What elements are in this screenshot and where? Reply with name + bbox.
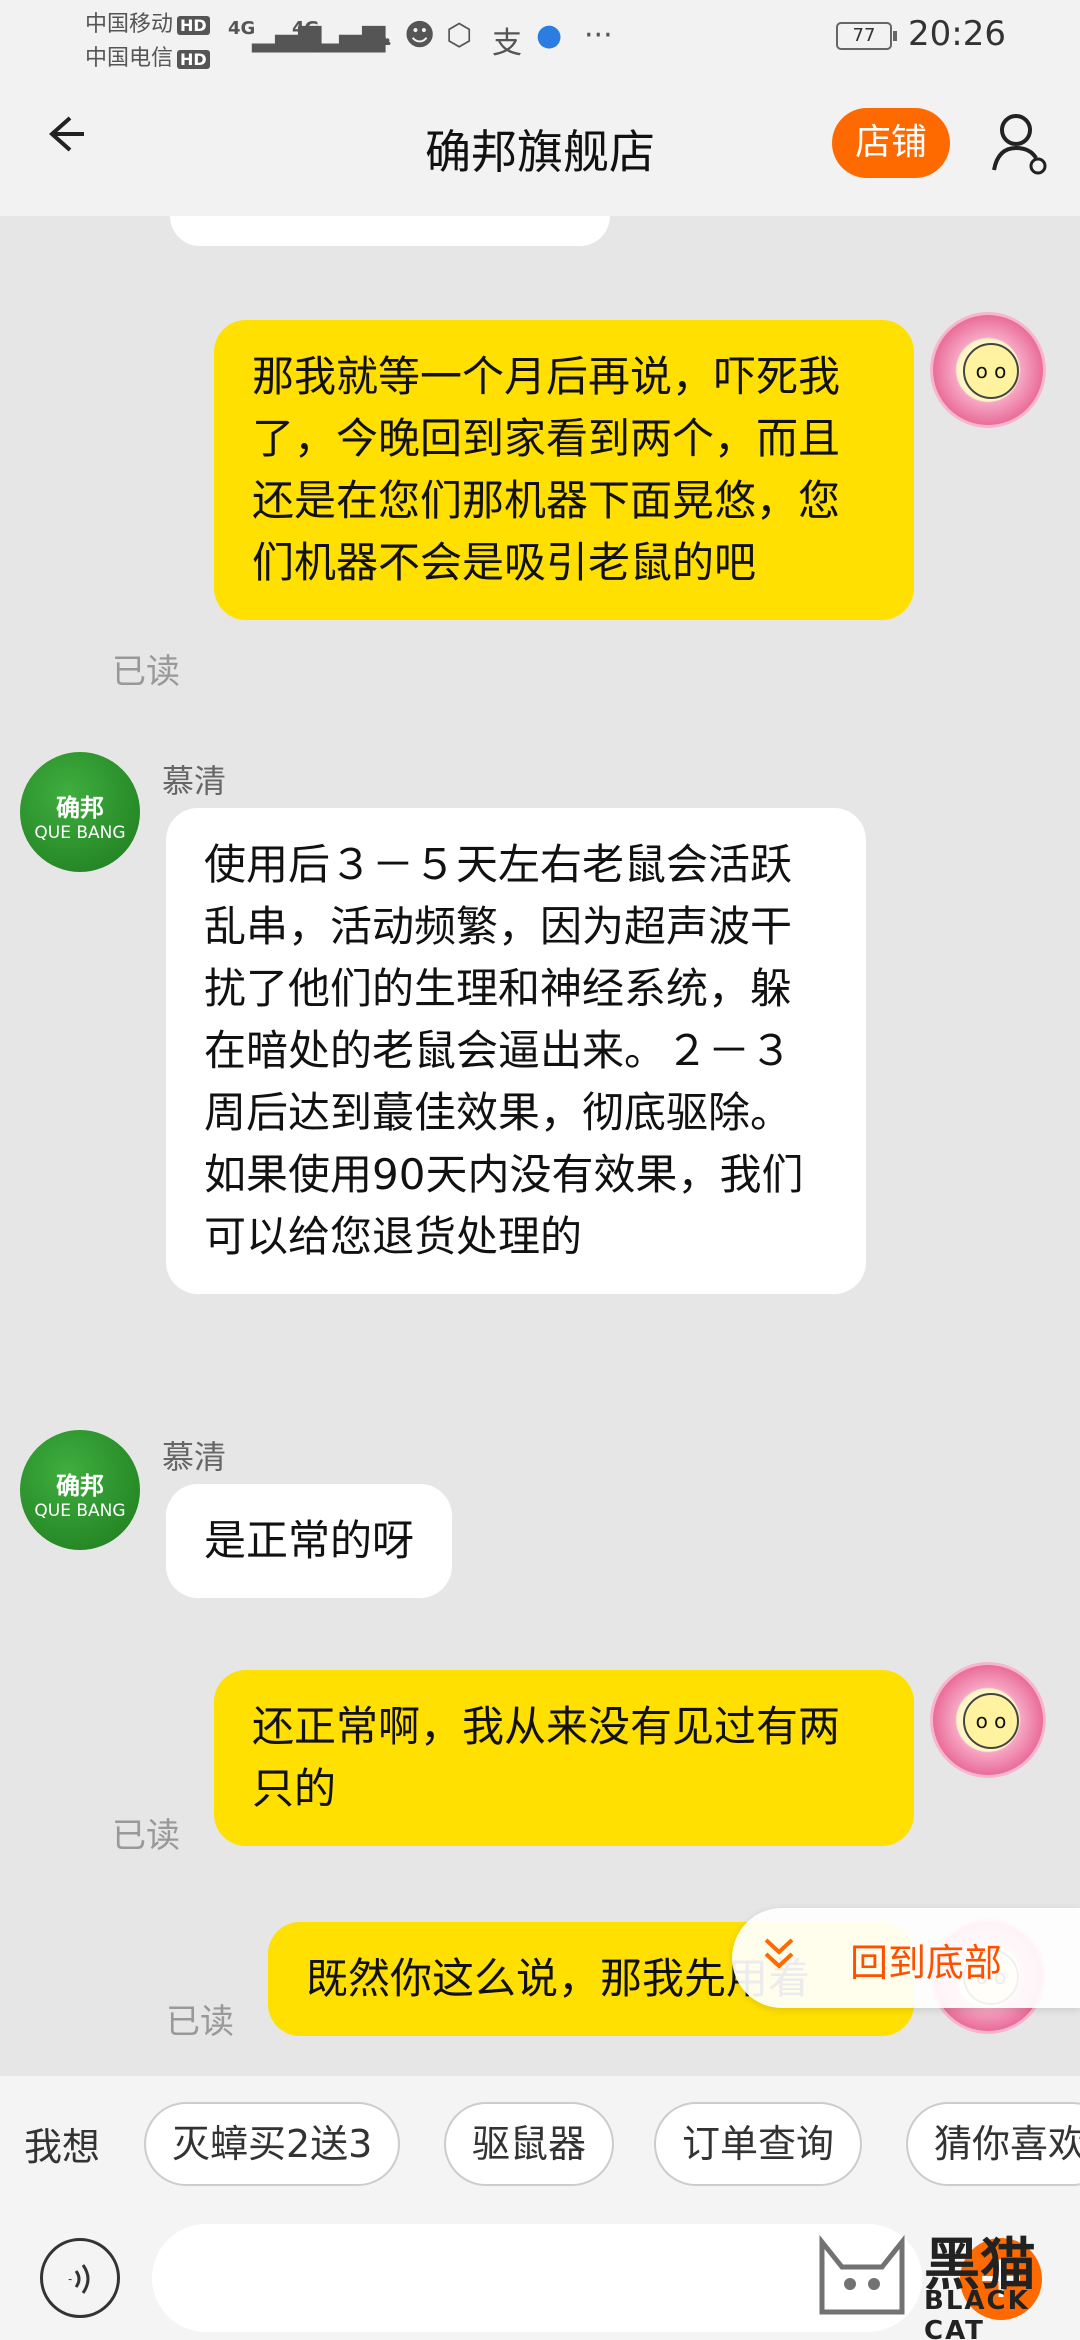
read-status: 已读 [112,1816,180,1856]
watermark-brand-en: BLACK CAT [924,2286,1030,2340]
my-message-bubble[interactable]: 那我就等一个月后再说，吓死我了，今晚回到家看到两个，而且还是在您们那机器下面晃悠… [214,320,914,620]
user-settings-icon[interactable] [990,108,1048,178]
status-bar: 中国移动 HD 中国电信 HD 4G ▂▄▆ 4G ▂▄▆ ☁ ☻ ⬡ 支 ● ··… [0,0,1080,72]
quick-reply-chip[interactable]: 灭蟑买2送3 [144,2102,401,2186]
my-message-bubble[interactable]: 还正常啊，我从来没有见过有两只的 [214,1670,914,1846]
quick-reply-chip[interactable]: 猜你喜欢 [906,2102,1080,2186]
quick-reply-label: 我想 [24,2125,101,2169]
agent-message-bubble[interactable]: 使用后３－５天左右老鼠会活跃乱串，活动频繁，因为超声波干扰了他们的生理和神经系统… [166,808,866,1294]
weather-icon: ☁ [362,18,392,53]
status-clock: 20:26 [908,14,1006,54]
scroll-to-bottom-button[interactable]: 回到底部 [732,1908,1080,2008]
carrier-2: 中国电信 HD [85,40,210,72]
hand-icon: ⬡ [446,18,473,53]
my-avatar[interactable]: o o [930,312,1046,428]
message-input[interactable] [152,2224,922,2332]
quick-reply-chip[interactable]: 订单查询 [654,2102,863,2186]
more-notifications-icon: ··· [584,18,613,53]
read-status: 已读 [166,2002,234,2042]
shop-avatar[interactable]: 确邦 QUE BANG [20,1430,140,1550]
quick-reply-bar: 我想 灭蟑买2送3 驱鼠器 订单查询 猜你喜欢 [0,2076,1080,2216]
scroll-to-bottom-label: 回到底部 [850,1941,1003,1985]
avatar-face-icon: o o [963,1693,1019,1749]
shop-avatar[interactable]: 确邦 QUE BANG [20,752,140,872]
alipay-icon: 支 [492,26,522,61]
chat-header: 确邦旗舰店 店铺 [0,70,1080,216]
avatar-face-icon: o o [963,343,1019,399]
watermark: 黑猫 BLACK CAT [812,2216,1080,2340]
voice-input-icon[interactable] [40,2238,120,2318]
my-avatar[interactable]: o o [930,1662,1046,1778]
agent-name: 慕清 [162,762,227,800]
battery-indicator: 77 [836,22,897,50]
quick-reply-chip[interactable]: 驱鼠器 [444,2102,615,2186]
double-chevron-down-icon [754,1930,804,1990]
agent-name: 慕清 [162,1438,227,1476]
browser-icon: ● [536,18,563,53]
wechat-icon: ☻ [404,18,436,53]
read-status: 已读 [112,652,180,692]
shop-button[interactable]: 店铺 [832,108,950,178]
cat-logo-icon [819,2234,905,2315]
agent-message-bubble[interactable]: 是正常的呀 [166,1484,453,1598]
previous-product-card[interactable] [170,216,610,246]
carrier-1: 中国移动 HD [85,6,210,38]
chat-area[interactable]: o o 那我就等一个月后再说，吓死我了，今晚回到家看到两个，而且还是在您们那机器… [0,216,1080,2076]
